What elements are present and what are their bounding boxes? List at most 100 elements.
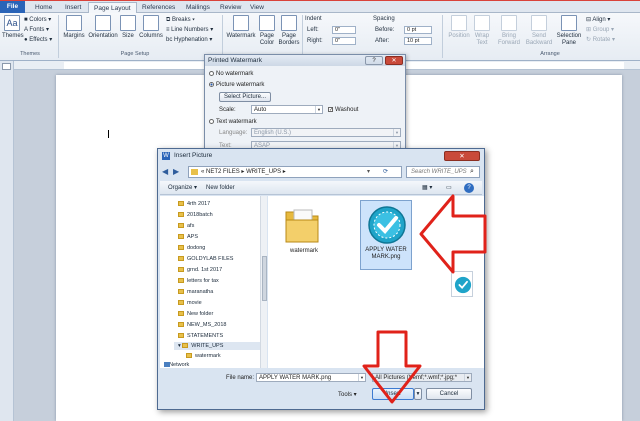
nav-item[interactable]: watermark	[186, 352, 221, 360]
navigation-pane: 4rth 2017 2018batch afs APS dodong GOLDY…	[160, 196, 267, 368]
columns-icon	[143, 15, 159, 31]
breadcrumb-write-ups[interactable]: WRITE_UPS	[246, 169, 281, 175]
network-icon	[164, 362, 170, 367]
ribbon-separator	[442, 15, 443, 58]
cancel-button[interactable]: Cancel	[426, 388, 472, 400]
page-color-button[interactable]: Page Color	[257, 15, 277, 47]
tab-mailings[interactable]: Mailings	[181, 2, 215, 13]
indent-left-input[interactable]: 0"	[332, 26, 356, 34]
language-select[interactable]: English (U.S.) ▼	[251, 128, 401, 137]
close-icon[interactable]: ✕	[385, 56, 403, 65]
file-name-input[interactable]: APPLY WATER MARK.png ▼	[256, 373, 366, 382]
tab-file[interactable]: File	[0, 0, 25, 13]
arrange-group-label: Arrange	[540, 51, 560, 57]
no-watermark-option[interactable]: No watermark	[209, 71, 253, 77]
close-icon[interactable]: ✕	[444, 151, 480, 161]
fonts-button[interactable]: A Fonts ▾	[24, 26, 49, 34]
themes-group-label: Themes	[20, 51, 40, 57]
columns-button[interactable]: Columns	[138, 15, 164, 40]
colors-button[interactable]: ■ Colors ▾	[24, 16, 51, 24]
scale-select[interactable]: Auto ▼	[251, 105, 323, 114]
margins-button[interactable]: Margins	[62, 15, 86, 40]
align-button[interactable]: ⊟ Align ▾	[586, 16, 610, 24]
dialog-title: Insert Picture	[174, 152, 213, 159]
nav-item[interactable]: GOLDYLAB FILES	[178, 255, 233, 263]
wrap-text-button[interactable]: Wrap Text	[473, 15, 491, 47]
file-name: watermark	[289, 248, 318, 254]
arrow-annotation-down	[362, 330, 422, 404]
group-button[interactable]: ⊞ Group ▾	[586, 26, 614, 34]
page-borders-button[interactable]: Page Borders	[277, 15, 301, 47]
watermark-button[interactable]: Watermark	[225, 15, 257, 40]
nav-item[interactable]: dodong	[178, 244, 205, 252]
rotate-button[interactable]: ↻ Rotate ▾	[586, 36, 615, 44]
breadcrumb-net2-files[interactable]: NET2 FILES	[206, 169, 240, 175]
tab-home[interactable]: Home	[30, 2, 57, 13]
nav-item[interactable]: NEW_MS_2018	[178, 321, 226, 329]
tab-insert[interactable]: Insert	[60, 2, 86, 13]
file-item-folder[interactable]: watermark	[282, 204, 326, 266]
indent-right-input[interactable]: 0"	[332, 37, 356, 45]
send-backward-button[interactable]: Send Backward	[525, 15, 553, 47]
spacing-after-input[interactable]: 10 pt	[404, 37, 432, 45]
language-label: Language:	[219, 130, 248, 136]
breaks-button[interactable]: ⧉ Breaks ▾	[166, 16, 195, 24]
search-input[interactable]: Search WRITE_UPS	[406, 166, 480, 178]
title-accent-line	[0, 0, 640, 1]
margins-icon	[66, 15, 82, 31]
search-icon: ⌕	[470, 168, 474, 175]
tools-button[interactable]: Tools ▾	[338, 391, 357, 398]
nav-item-selected[interactable]: ▾ WRITE_UPS	[174, 342, 260, 350]
refresh-icon[interactable]: ⟳	[383, 167, 388, 178]
nav-item[interactable]: APS	[178, 233, 198, 241]
nav-scrollbar[interactable]	[260, 196, 267, 368]
nav-item[interactable]: 2018batch	[178, 211, 213, 219]
washout-checkbox[interactable]: ✓ Washout	[328, 107, 358, 113]
line-numbers-button[interactable]: ≡ Line Numbers ▾	[166, 26, 213, 34]
tab-references[interactable]: References	[137, 2, 180, 13]
address-dropdown-icon[interactable]: ▾	[367, 167, 370, 178]
tab-review[interactable]: Review	[215, 2, 246, 13]
new-folder-button[interactable]: New folder	[206, 183, 235, 193]
file-item-selected[interactable]: APPLY WATER MARK.png	[360, 200, 412, 270]
indent-right-label: Right:	[307, 38, 323, 44]
help-button[interactable]: ?	[365, 56, 383, 65]
hyphenation-button[interactable]: bc Hyphenation ▾	[166, 36, 212, 44]
scroll-thumb[interactable]	[262, 256, 267, 301]
forward-icon[interactable]: ▶	[173, 167, 179, 176]
ribbon-separator	[302, 15, 303, 58]
orientation-button[interactable]: Orientation	[87, 15, 119, 40]
effects-button[interactable]: ● Effects ▾	[24, 36, 52, 44]
picture-watermark-option[interactable]: Picture watermark	[209, 82, 264, 88]
spacing-before-label: Before:	[375, 27, 395, 33]
dialog-footer: File name: APPLY WATER MARK.png ▼ All Pic…	[160, 369, 482, 409]
nav-item[interactable]: movie	[178, 299, 202, 307]
tab-selector[interactable]	[2, 63, 11, 70]
spacing-before-input[interactable]: 0 pt	[404, 26, 432, 34]
nav-item-network[interactable]: Network	[164, 361, 189, 369]
nav-item[interactable]: grnd. 1st 2017	[178, 266, 222, 274]
themes-label: Themes	[2, 33, 24, 39]
check-badge-icon	[454, 276, 472, 294]
selection-pane-button[interactable]: Selection Pane	[556, 15, 582, 47]
bring-forward-icon	[501, 15, 517, 31]
address-bar[interactable]: « NET2 FILES ▸ WRITE_UPS ▸ ▾ ⟳	[188, 166, 402, 178]
select-picture-button[interactable]: Select Picture...	[219, 92, 271, 102]
tab-view[interactable]: View	[245, 2, 269, 13]
themes-button[interactable]: Aa Themes	[2, 15, 24, 40]
nav-item[interactable]: letters for tax	[178, 277, 219, 285]
nav-item[interactable]: STATEMENTS	[178, 332, 223, 340]
bring-forward-button[interactable]: Bring Forward	[495, 15, 523, 47]
nav-item[interactable]: 4rth 2017	[178, 200, 210, 208]
back-icon[interactable]: ◀	[162, 167, 168, 176]
size-button[interactable]: Size	[120, 15, 136, 40]
wrap-text-icon	[474, 15, 490, 31]
text-watermark-option[interactable]: Text watermark	[209, 119, 257, 125]
nav-item[interactable]: New folder	[178, 310, 213, 318]
ribbon-separator	[222, 15, 223, 58]
nav-item[interactable]: maranatha	[178, 288, 213, 296]
folder-icon	[191, 169, 198, 175]
nav-item[interactable]: afs	[178, 222, 194, 230]
position-button[interactable]: Position	[446, 15, 472, 40]
organize-button[interactable]: Organize ▾	[168, 183, 197, 193]
